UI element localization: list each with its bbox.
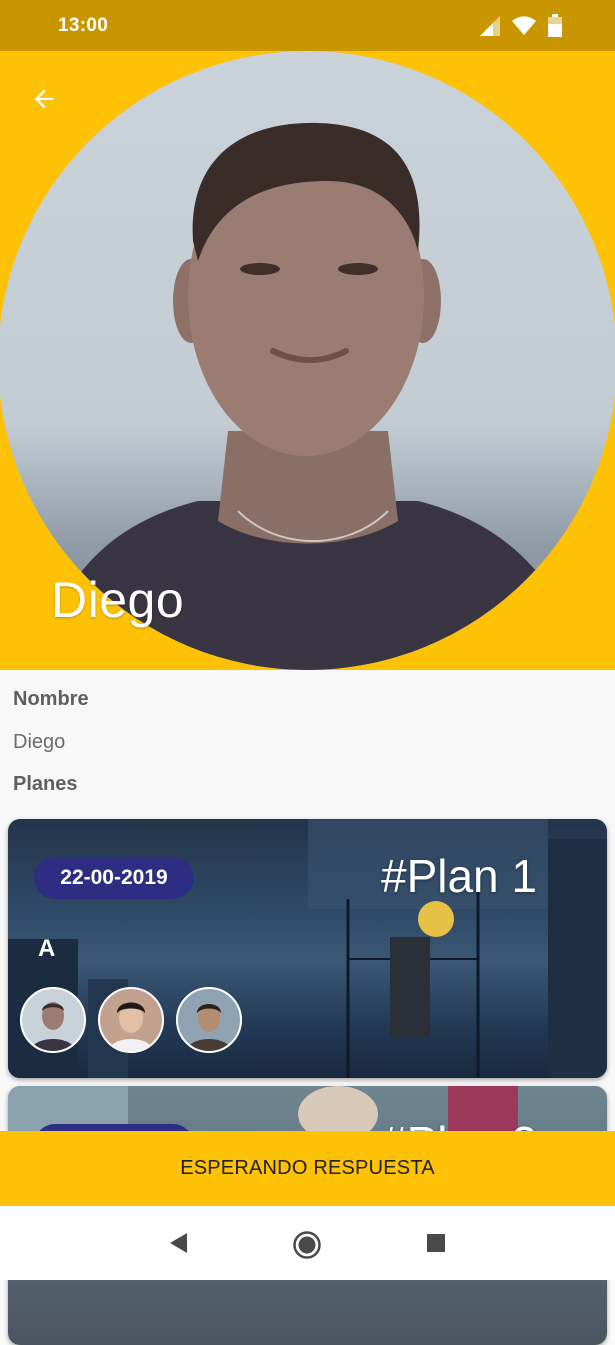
signal-icon: [480, 15, 500, 36]
navigation-bar: [0, 1206, 615, 1280]
plan-title: #Plan 1: [380, 850, 537, 902]
profile-content: Nombre Diego Planes 22-00-2019 #Plan 1 A: [0, 670, 615, 1345]
name-value: Diego: [13, 731, 66, 753]
participant-avatar[interactable]: [176, 987, 242, 1053]
back-button[interactable]: [24, 79, 64, 119]
plan-card[interactable]: 22-00-2019 #Plan 1 A: [8, 819, 607, 1078]
nav-recents-icon: [427, 1234, 445, 1252]
wifi-icon: [512, 15, 536, 35]
participant-photo: [30, 1002, 76, 1051]
participant-avatar[interactable]: [98, 987, 164, 1053]
nav-back-button[interactable]: [163, 1228, 193, 1258]
arrow-back-icon: [34, 89, 54, 109]
nav-home-icon: [293, 1231, 321, 1259]
participant-photo: [186, 1004, 232, 1051]
profile-header: Diego: [0, 51, 615, 670]
status-bar: 13:00: [0, 0, 615, 51]
nav-recents-button[interactable]: [421, 1228, 451, 1258]
nav-back-icon: [170, 1233, 187, 1253]
plan-participants: [20, 987, 242, 1053]
waiting-response-label: ESPERANDO RESPUESTA: [180, 1157, 435, 1179]
plan-letter: A: [38, 935, 56, 962]
plan-date-badge: 22-00-2019: [34, 857, 194, 899]
status-icons: [479, 13, 563, 38]
participant-avatar[interactable]: [20, 987, 86, 1053]
battery-icon: [548, 13, 562, 37]
nav-home-button[interactable]: [290, 1228, 324, 1262]
waiting-response-button[interactable]: ESPERANDO RESPUESTA: [0, 1131, 615, 1206]
profile-name: Diego: [51, 572, 185, 628]
participant-photo: [108, 1002, 154, 1051]
status-time: 13:00: [58, 14, 109, 36]
name-label: Nombre: [13, 688, 89, 710]
plans-label: Planes: [13, 773, 78, 795]
